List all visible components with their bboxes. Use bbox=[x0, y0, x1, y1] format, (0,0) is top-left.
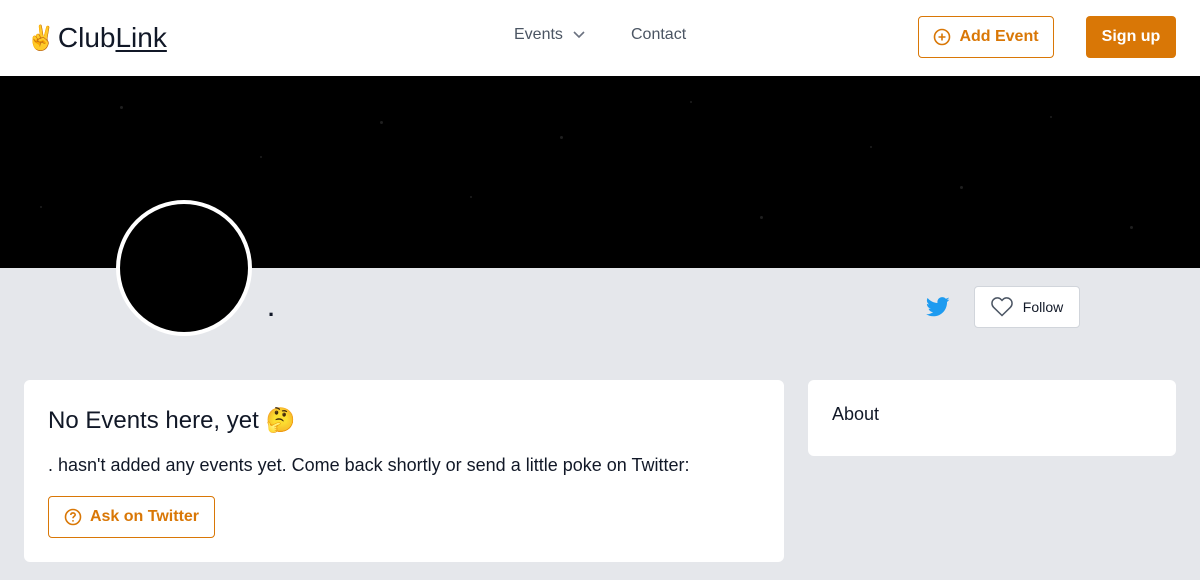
nav-events-label: Events bbox=[514, 26, 563, 43]
logo-text-link: Link bbox=[115, 22, 167, 53]
add-event-button[interactable]: Add Event bbox=[918, 16, 1054, 58]
events-card: No Events here, yet 🤔 . hasn't added any… bbox=[24, 380, 784, 562]
events-card-title: No Events here, yet 🤔 bbox=[48, 407, 296, 434]
heart-icon bbox=[990, 297, 1013, 317]
ask-on-twitter-label: Ask on Twitter bbox=[89, 508, 200, 525]
twitter-icon[interactable] bbox=[926, 296, 950, 318]
events-card-message: . hasn't added any events yet. Come back… bbox=[48, 455, 690, 475]
site-header: ✌️ Club Link Events Contact Add Event Sig… bbox=[0, 0, 1200, 76]
club-name: . bbox=[268, 296, 275, 321]
about-card-title: About bbox=[832, 404, 880, 424]
nav-events-dropdown[interactable]: Events bbox=[514, 26, 585, 44]
victory-hand-icon: ✌️ bbox=[26, 24, 56, 52]
signup-button[interactable]: Sign up bbox=[1086, 16, 1176, 58]
follow-button[interactable]: Follow bbox=[974, 286, 1080, 328]
clublink-logo[interactable]: ✌️ Club Link bbox=[26, 22, 167, 54]
add-event-label: Add Event bbox=[959, 28, 1039, 45]
plus-circle-icon bbox=[934, 28, 951, 46]
nav-contact-link[interactable]: Contact bbox=[631, 26, 686, 44]
ask-on-twitter-button[interactable]: Ask on Twitter bbox=[48, 496, 215, 538]
follow-label: Follow bbox=[1022, 299, 1064, 315]
chevron-down-icon bbox=[573, 31, 585, 39]
about-card: About bbox=[808, 380, 1176, 456]
logo-text-club: Club bbox=[57, 22, 116, 53]
club-avatar bbox=[116, 200, 252, 336]
question-circle-icon bbox=[64, 508, 82, 526]
